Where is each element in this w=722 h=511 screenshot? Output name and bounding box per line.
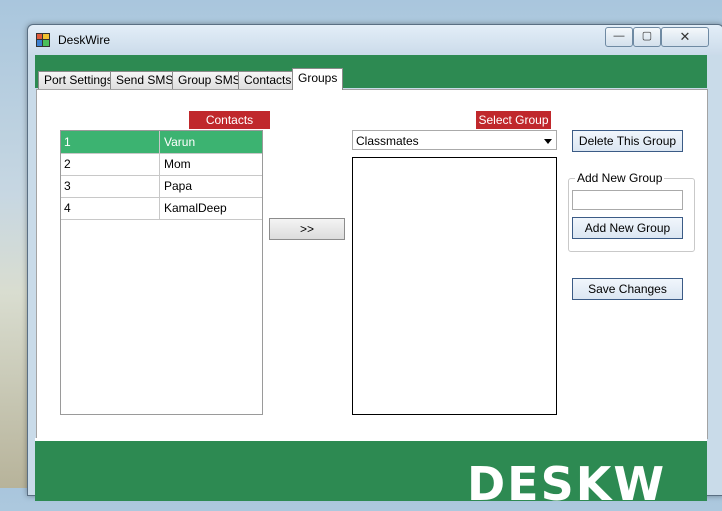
group-select[interactable]: Classmates (352, 130, 557, 150)
contact-name: Varun (164, 135, 196, 149)
title-bar[interactable]: DeskWire — ▢ ✕ (28, 25, 722, 55)
select-group-header: Select Group (476, 111, 551, 129)
group-select-value: Classmates (356, 134, 419, 148)
contacts-grid[interactable]: 1 Varun 2 Mom 3 Papa 4 KamalDeep (60, 130, 263, 415)
add-group-button[interactable]: Add New Group (572, 217, 683, 239)
minimize-button[interactable]: — (605, 27, 633, 47)
tab-send-sms[interactable]: Send SMS (110, 71, 180, 89)
add-group-legend: Add New Group (575, 171, 665, 185)
window-title: DeskWire (58, 33, 111, 47)
tab-groups[interactable]: Groups (292, 68, 344, 90)
contact-number: 1 (61, 131, 160, 153)
contact-number: 3 (61, 175, 160, 197)
new-group-name-input[interactable] (572, 190, 683, 210)
close-icon: ✕ (679, 29, 691, 44)
delete-group-button[interactable]: Delete This Group (572, 130, 683, 152)
contact-name: Mom (164, 157, 191, 171)
tab-contacts[interactable]: Contacts (238, 71, 298, 89)
contact-row[interactable]: 1 Varun (61, 131, 262, 154)
maximize-button[interactable]: ▢ (633, 27, 661, 47)
contact-number: 4 (61, 197, 160, 219)
app-window: DeskWire — ▢ ✕ Port Settings Send SMS Gr… (27, 24, 722, 507)
contact-row[interactable]: 4 KamalDeep (61, 197, 262, 220)
groups-tab-panel: Contacts 1 Varun 2 Mom 3 Papa 4 KamalDee… (36, 89, 708, 439)
tab-group-sms[interactable]: Group SMS (172, 71, 247, 89)
footer-banner: DESKW (35, 438, 707, 507)
add-to-group-button[interactable]: >> (269, 218, 345, 240)
logo: DESKW (467, 457, 667, 511)
chevron-down-icon (544, 139, 552, 144)
group-members-list[interactable] (352, 157, 557, 415)
contact-number: 2 (61, 153, 160, 175)
contact-name: Papa (164, 179, 193, 193)
maximize-icon: ▢ (641, 30, 653, 42)
save-changes-button[interactable]: Save Changes (572, 278, 683, 300)
app-icon (36, 33, 50, 47)
contact-row[interactable]: 3 Papa (61, 175, 262, 198)
close-button[interactable]: ✕ (661, 27, 709, 47)
contact-row[interactable]: 2 Mom (61, 153, 262, 176)
tab-port-settings[interactable]: Port Settings (38, 71, 119, 89)
minimize-icon: — (613, 30, 625, 42)
contact-name: KamalDeep (164, 201, 227, 215)
contacts-header: Contacts (189, 111, 270, 129)
